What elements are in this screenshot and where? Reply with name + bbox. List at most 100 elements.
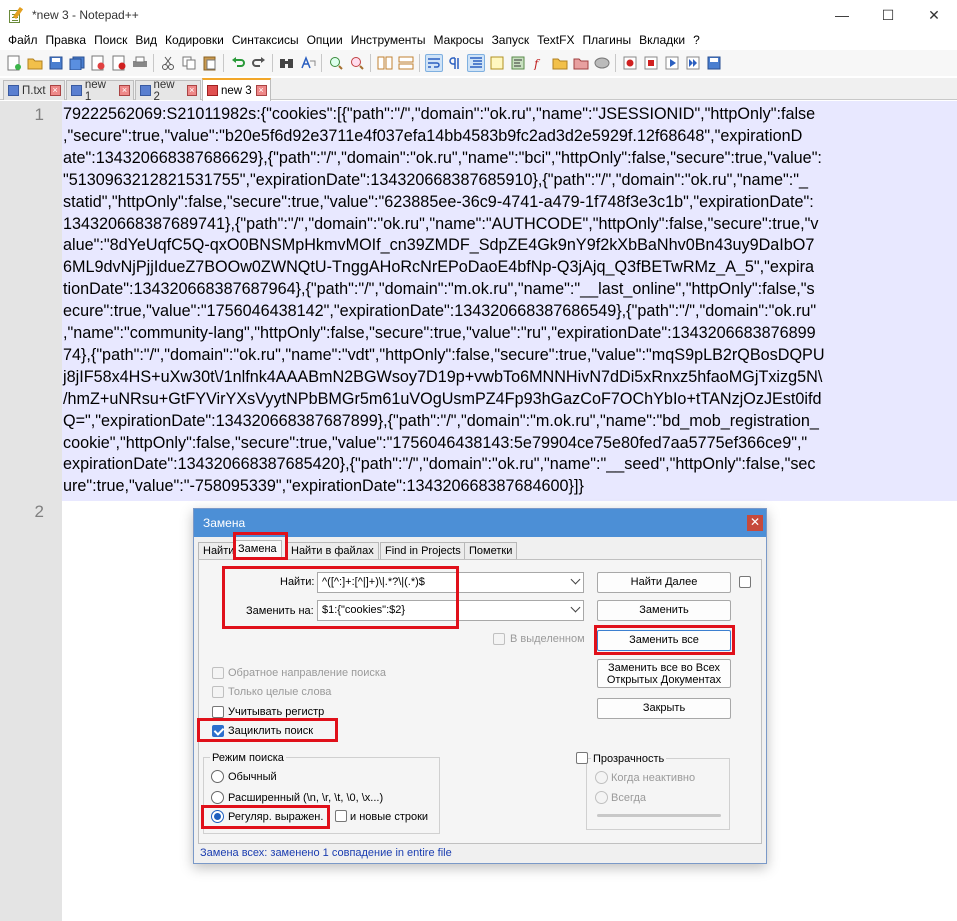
regex-mode-radio[interactable]	[211, 810, 224, 823]
open-folder-icon[interactable]	[26, 54, 44, 72]
zoom-out-icon[interactable]	[348, 54, 366, 72]
new-file-icon[interactable]	[5, 54, 23, 72]
record-macro-icon[interactable]	[621, 54, 639, 72]
chevron-down-icon[interactable]	[570, 574, 581, 585]
play-macro-icon[interactable]	[663, 54, 681, 72]
toolbar-separator	[419, 54, 420, 72]
paste-icon[interactable]	[201, 54, 219, 72]
toolbar-separator	[272, 54, 273, 72]
redo-icon[interactable]	[250, 54, 268, 72]
find-input[interactable]: ^([^:]+:[^|]+)\|.*?\|(.*)$	[317, 572, 584, 593]
always-radio[interactable]	[595, 791, 608, 804]
window-title: *new 3 - Notepad++	[32, 8, 139, 22]
transparency-group	[586, 758, 730, 830]
menu-help[interactable]: ?	[691, 33, 706, 47]
in-selection-checkbox[interactable]	[493, 633, 505, 645]
close-tab-icon[interactable]: ×	[49, 85, 61, 96]
save-all-icon[interactable]	[68, 54, 86, 72]
close-dialog-button[interactable]: Закрыть	[597, 698, 731, 719]
menu-settings[interactable]: Опции	[305, 33, 349, 47]
wrap-around-checkbox[interactable]	[212, 725, 224, 737]
function-list-icon[interactable]: f	[530, 54, 548, 72]
menu-window[interactable]: Вкладки	[637, 33, 691, 47]
show-all-chars-icon[interactable]	[446, 54, 464, 72]
match-case-checkbox[interactable]	[212, 706, 224, 718]
close-tab-icon[interactable]: ×	[119, 85, 130, 96]
replace-all-button[interactable]: Заменить все	[597, 630, 731, 651]
undo-icon[interactable]	[229, 54, 247, 72]
menu-macro[interactable]: Макросы	[432, 33, 490, 47]
print-icon[interactable]	[131, 54, 149, 72]
code-line: cookie","httpOnly":false,"secure":true,"…	[63, 433, 808, 452]
save-macro-icon[interactable]	[705, 54, 723, 72]
close-window-button[interactable]: ✕	[911, 0, 957, 30]
transparency-checkbox[interactable]	[576, 752, 588, 764]
doc-map-icon[interactable]	[509, 54, 527, 72]
chevron-down-icon[interactable]	[570, 602, 581, 613]
menu-encoding[interactable]: Кодировки	[163, 33, 230, 47]
menu-plugins[interactable]: Плагины	[580, 33, 637, 47]
tab-p-txt[interactable]: П.txt ×	[3, 80, 65, 100]
replace-input[interactable]: $1:{"cookies":$2}	[317, 600, 584, 621]
whole-word-checkbox[interactable]	[212, 686, 224, 698]
find-icon[interactable]	[278, 54, 296, 72]
sync-horizontal-icon[interactable]	[397, 54, 415, 72]
menu-file[interactable]: Файл	[6, 33, 44, 47]
close-tab-icon[interactable]: ×	[186, 85, 197, 96]
replace-icon[interactable]	[299, 54, 317, 72]
tab-new-2[interactable]: new 2 ×	[135, 79, 201, 103]
tab-find-in-projects[interactable]: Find in Projects	[380, 542, 466, 560]
save-icon[interactable]	[47, 54, 65, 72]
stop-record-icon[interactable]	[642, 54, 660, 72]
replace-all-in-open-docs-button[interactable]: Заменить все во Всех Открытых Документах	[597, 659, 731, 688]
menu-textfx[interactable]: TextFX	[535, 33, 580, 47]
tab-replace[interactable]: Замена	[233, 540, 282, 560]
normal-mode-radio[interactable]	[211, 770, 224, 783]
sync-vertical-icon[interactable]	[376, 54, 394, 72]
code-line: 79222562069:S21011982s:{"cookies":[{"pat…	[63, 105, 816, 123]
on-lose-focus-radio[interactable]	[595, 771, 608, 784]
replace-button[interactable]: Заменить	[597, 600, 731, 621]
dot-matches-newline-checkbox[interactable]	[335, 810, 347, 822]
user-language-icon[interactable]	[488, 54, 506, 72]
find-next-option-checkbox[interactable]	[739, 576, 751, 588]
replace-dialog: Замена ✕ Найти Замена Найти в файлах Fin…	[193, 508, 767, 864]
tab-new-3[interactable]: new 3 ×	[202, 78, 271, 101]
copy-icon[interactable]	[180, 54, 198, 72]
close-file-icon[interactable]	[89, 54, 107, 72]
extended-mode-radio[interactable]	[211, 791, 224, 804]
minimize-button[interactable]: —	[819, 0, 865, 30]
zoom-in-icon[interactable]	[327, 54, 345, 72]
indent-guide-icon[interactable]	[466, 54, 485, 72]
menu-run[interactable]: Запуск	[490, 33, 536, 47]
find-next-button[interactable]: Найти Далее	[597, 572, 731, 593]
folder-as-workspace-icon[interactable]	[572, 54, 590, 72]
toolbar-separator	[615, 54, 616, 72]
folder-workspace-icon[interactable]	[551, 54, 569, 72]
transparency-label: Прозрачность	[591, 753, 667, 765]
menu-language[interactable]: Синтаксисы	[230, 33, 305, 47]
dialog-close-button[interactable]: ✕	[747, 515, 763, 531]
run-macro-multiple-icon[interactable]	[684, 54, 702, 72]
menu-search[interactable]: Поиск	[92, 33, 133, 47]
word-wrap-icon[interactable]	[424, 54, 443, 72]
line-number-gutter: 1 2	[0, 101, 62, 921]
close-all-icon[interactable]	[110, 54, 128, 72]
menu-view[interactable]: Вид	[133, 33, 163, 47]
tab-mark[interactable]: Пометки	[464, 542, 518, 560]
cut-icon[interactable]	[159, 54, 177, 72]
monitoring-icon[interactable]	[593, 54, 611, 72]
tab-new-1[interactable]: new 1 ×	[66, 79, 134, 103]
always-label: Всегда	[611, 792, 647, 804]
maximize-button[interactable]: ☐	[865, 0, 911, 30]
transparency-slider[interactable]	[597, 814, 721, 817]
menu-tools[interactable]: Инструменты	[349, 33, 432, 47]
code-line: statid","httpOnly":false,"secure":true,"…	[63, 192, 814, 211]
backward-direction-checkbox[interactable]	[212, 667, 224, 679]
menu-edit[interactable]: Правка	[44, 33, 93, 47]
tab-find-in-files[interactable]: Найти в файлах	[286, 542, 379, 560]
code-line: 134320668387689741},{"path":"/","domain"…	[63, 214, 819, 233]
close-tab-icon[interactable]: ×	[255, 85, 267, 96]
code-line: "5130963212821531755","expirationDate":1…	[63, 170, 809, 189]
line-number: 2	[34, 502, 44, 521]
